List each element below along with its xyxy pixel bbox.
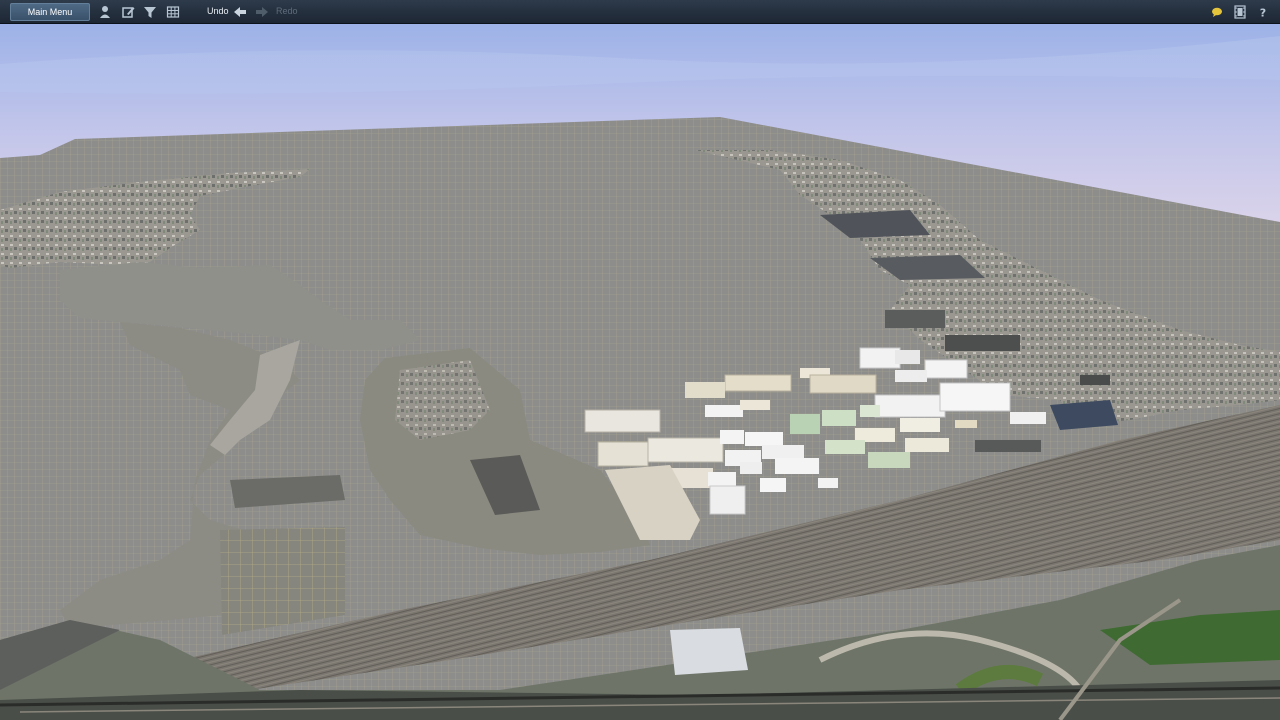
main-menu-button[interactable]: Main Menu <box>10 3 90 21</box>
undo-button[interactable]: Undo <box>207 6 229 16</box>
grid-icon[interactable] <box>165 4 181 20</box>
filter-icon[interactable] <box>142 4 158 20</box>
edit-icon[interactable] <box>120 4 136 20</box>
chat-bubble-icon[interactable] <box>1209 4 1225 20</box>
station-building <box>670 628 748 675</box>
3d-map-viewport[interactable] <box>0 24 1280 720</box>
svg-text:?: ? <box>1260 7 1266 20</box>
help-icon[interactable]: ? <box>1255 4 1271 20</box>
redo-arrow-icon <box>256 7 268 17</box>
blue-warehouse-roof <box>1050 400 1118 430</box>
person-icon[interactable] <box>97 4 113 20</box>
undo-arrow-icon[interactable] <box>232 4 248 20</box>
film-icon[interactable] <box>1232 4 1248 20</box>
redo-button: Redo <box>276 6 298 16</box>
top-toolbar: Main Menu Undo Redo ? <box>0 0 1280 24</box>
